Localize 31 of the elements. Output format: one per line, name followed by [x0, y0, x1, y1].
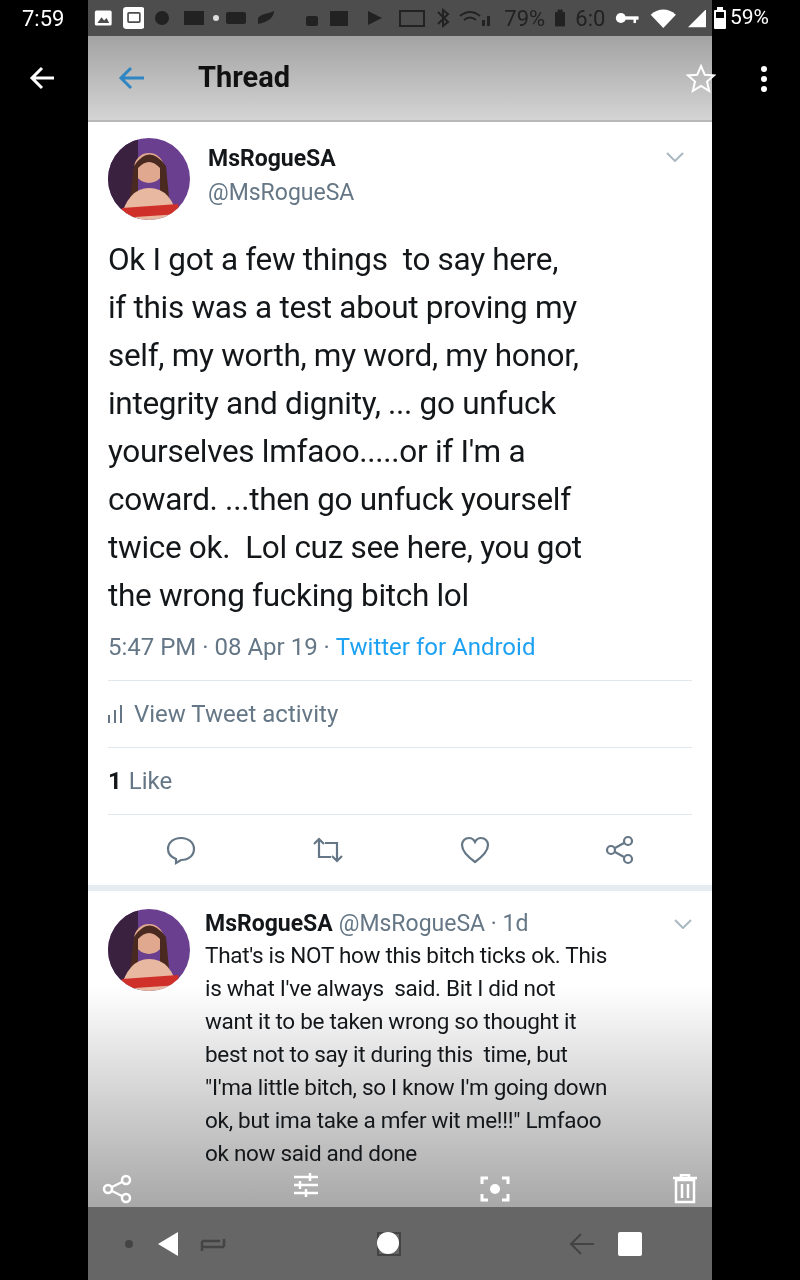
- share-icon[interactable]: [604, 835, 635, 865]
- dot-icon: [124, 1238, 134, 1249]
- message-icon: [122, 5, 145, 31]
- reply-icon[interactable]: [165, 835, 196, 865]
- heart-icon[interactable]: [459, 836, 490, 864]
- author-handle: @MsRogueSA: [208, 178, 356, 208]
- author-name[interactable]: MsRogueSA: [208, 142, 666, 176]
- tweet-activity-link[interactable]: View Tweet activity: [134, 696, 339, 732]
- star-icon[interactable]: [686, 64, 716, 93]
- gallery-icon: [94, 8, 113, 28]
- bar-chart-icon: [108, 705, 122, 723]
- page-title: Thread: [198, 59, 291, 97]
- author-name[interactable]: MsRogueSA: [205, 909, 333, 939]
- like-count: 1: [108, 766, 122, 797]
- signal-icon: [687, 7, 706, 29]
- key-icon: [615, 10, 639, 26]
- author-handle: @MsRogueSA · 1d: [338, 909, 529, 939]
- sliders-icon[interactable]: [292, 1172, 320, 1198]
- battery-icon: [555, 8, 566, 28]
- more-icon[interactable]: [759, 66, 769, 92]
- lens-icon[interactable]: [480, 1174, 510, 1204]
- home-icon[interactable]: [376, 1230, 402, 1257]
- tweet-timestamp: 5:47 PM · 08 Apr 19 ·: [108, 632, 330, 663]
- battery-icon: [714, 7, 726, 29]
- tweet-text: Ok I got a few things to say here, if this was a test about proving my self, my worth, my word, my honor, integrity and dignity, ... go unfuck yourselves lmfaoo.....or if I'm a coward. ...then go unfuck yourself twice ok. Lol cuz see here, you got the wrong fucking bitch lol: [108, 240, 583, 616]
- share-icon[interactable]: [102, 1174, 132, 1204]
- battery-percent: 59%: [730, 4, 769, 32]
- reply-text: That's is NOT how this bitch ticks ok. This is what I've always said. Bit I did not want it to be taken wrong so thought it best not to say it during this time, but "I'ma little bitch, so I know I'm going down ok, but ima take a mfer wit me!!!" Lmfaoo ok now said and done: [205, 941, 609, 1168]
- status-time: 7:59: [22, 4, 65, 33]
- like-label: Like: [128, 766, 173, 797]
- overview-icon[interactable]: [618, 1231, 642, 1256]
